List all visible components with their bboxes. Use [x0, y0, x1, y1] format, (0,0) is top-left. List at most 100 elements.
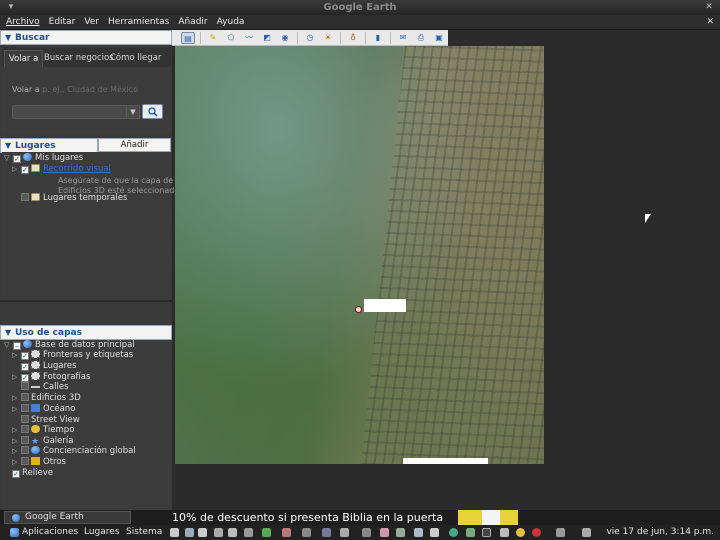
search-button[interactable] [142, 104, 163, 119]
checkbox-icon[interactable]: ✓ [13, 155, 21, 163]
tour-link[interactable]: Recorrido visual [43, 164, 111, 174]
launcher-icon[interactable] [396, 528, 405, 537]
layer-item[interactable]: ▷ Tiempo [12, 425, 74, 436]
layers-panel-header[interactable]: ▼ Uso de capas [0, 325, 172, 340]
checkbox-icon[interactable] [21, 382, 29, 390]
sidebar-toggle-icon[interactable]: ▤ [181, 32, 195, 44]
layer-item[interactable]: ▷ Concienciación global [12, 446, 136, 457]
menubar-close-icon[interactable]: ✕ [706, 15, 714, 30]
checkbox-icon[interactable] [21, 393, 29, 401]
window-close-icon[interactable]: ✕ [702, 0, 716, 15]
checkbox-icon[interactable]: ✓ [12, 470, 20, 478]
expand-icon[interactable]: ▽ [4, 153, 13, 164]
expand-icon[interactable]: ▷ [12, 164, 21, 175]
layer-item[interactable]: ▷ Otros [12, 457, 66, 468]
emoticon-icon[interactable] [516, 528, 525, 537]
places-panel-header[interactable]: ▼ Lugares [0, 138, 98, 153]
layer-item[interactable]: Calles [12, 382, 69, 393]
layer-item[interactable]: ✓ Lugares [12, 361, 77, 372]
tree-item-temp-places[interactable]: Lugares temporales [12, 193, 127, 204]
expand-icon[interactable]: ▷ [12, 393, 21, 404]
placemark-icon[interactable]: ✎ [206, 32, 220, 44]
add-content-button[interactable]: Añadir contenido [98, 138, 171, 162]
launcher-icon[interactable] [380, 528, 389, 537]
launcher-icon[interactable] [340, 528, 349, 537]
launcher-icon[interactable] [282, 528, 291, 537]
tab-como-llegar[interactable]: Cómo llegar [106, 50, 165, 67]
checkbox-icon[interactable] [21, 415, 29, 423]
menu-sistema[interactable]: Sistema [126, 525, 162, 540]
launcher-icon[interactable] [500, 528, 509, 537]
window-menu-icon[interactable]: ▾ [4, 0, 18, 15]
checkbox-icon[interactable]: ✓ [21, 374, 29, 382]
checkbox-icon[interactable] [21, 404, 29, 412]
launcher-icon[interactable] [185, 528, 194, 537]
opera-icon[interactable] [532, 528, 541, 537]
launcher-icon[interactable] [466, 528, 475, 537]
checkbox-icon[interactable] [21, 193, 29, 201]
network-icon[interactable] [582, 528, 591, 537]
historical-imagery-icon[interactable]: ◷ [303, 32, 317, 44]
menu-ayuda[interactable]: Ayuda [211, 15, 248, 30]
menu-lugares[interactable]: Lugares [84, 525, 120, 540]
menu-archivo[interactable]: Archivo [0, 15, 43, 30]
tree-item-my-places[interactable]: ▽ ✓ Mis lugares [4, 153, 83, 164]
expand-icon[interactable]: ▷ [12, 350, 21, 361]
save-image-icon[interactable]: ▣ [432, 32, 446, 44]
tree-item-tour[interactable]: ▷ ✓ Recorrido visual [12, 164, 111, 175]
menu-aplicaciones[interactable]: Aplicaciones [22, 525, 78, 540]
checkbox-icon[interactable]: ✓ [21, 166, 29, 174]
menu-ver[interactable]: Ver [78, 15, 102, 30]
email-icon[interactable]: ✉ [396, 32, 410, 44]
layer-item[interactable]: ▷ Océano [12, 404, 75, 415]
ruler-icon[interactable]: ▮ [371, 32, 385, 44]
menu-herramientas[interactable]: Herramientas [102, 15, 172, 30]
launcher-icon[interactable] [198, 528, 207, 537]
launcher-icon[interactable] [302, 528, 311, 537]
checkbox-icon[interactable]: ✓ [21, 352, 29, 360]
search-panel-header[interactable]: ▼ Buscar [0, 30, 172, 45]
clock[interactable]: vie 17 de jun, 3:14 p.m. [606, 525, 714, 540]
checkbox-icon[interactable]: – [13, 342, 21, 350]
checkbox-icon[interactable] [21, 425, 29, 433]
launcher-icon[interactable] [556, 528, 565, 537]
launcher-icon[interactable] [430, 528, 439, 537]
record-tour-icon[interactable]: ◉ [278, 32, 292, 44]
launcher-icon[interactable] [170, 528, 179, 537]
expand-icon[interactable]: ▷ [12, 425, 21, 436]
layer-item[interactable]: ✓ Relieve [12, 468, 53, 479]
print-icon[interactable]: ⎙ [414, 32, 428, 44]
launcher-icon[interactable] [362, 528, 371, 537]
layer-item[interactable]: ▷ Edificios 3D [12, 393, 81, 404]
location-pin-icon[interactable] [355, 306, 362, 313]
fly-to-dropdown-icon[interactable]: ▼ [126, 105, 140, 119]
expand-icon[interactable]: ▷ [12, 457, 21, 468]
panel-divider[interactable] [0, 300, 172, 302]
polygon-icon[interactable]: ⬠ [224, 32, 238, 44]
earth-3d-view[interactable] [175, 46, 544, 464]
browser-icon[interactable] [449, 528, 458, 537]
sunlight-icon[interactable]: ☀ [321, 32, 335, 44]
expand-icon[interactable]: ▷ [12, 446, 21, 457]
launcher-icon[interactable] [244, 528, 253, 537]
launcher-icon[interactable] [322, 528, 331, 537]
layer-item[interactable]: ▷ ✓ Fronteras y etiquetas [12, 350, 133, 361]
terminal-icon[interactable] [482, 528, 491, 537]
tab-volar-a[interactable]: Volar a [4, 50, 44, 67]
checkbox-icon[interactable] [21, 457, 29, 465]
taskbar-window-google-earth[interactable]: Google Earth [4, 511, 131, 524]
menu-editar[interactable]: Editar [43, 15, 79, 30]
menu-anadir[interactable]: Añadir [172, 15, 210, 30]
launcher-icon[interactable] [228, 528, 237, 537]
launcher-icon[interactable] [414, 528, 423, 537]
checkbox-icon[interactable] [21, 436, 29, 444]
launcher-icon[interactable] [262, 528, 271, 537]
launcher-icon[interactable] [214, 528, 223, 537]
expand-icon[interactable]: ▷ [12, 404, 21, 415]
checkbox-icon[interactable] [21, 446, 29, 454]
overlay-icon[interactable]: ◩ [260, 32, 274, 44]
checkbox-icon[interactable]: ✓ [21, 363, 29, 371]
planets-icon[interactable]: ♁ [346, 32, 360, 44]
fly-to-input[interactable] [12, 105, 130, 119]
path-icon[interactable]: 〰 [242, 32, 256, 44]
